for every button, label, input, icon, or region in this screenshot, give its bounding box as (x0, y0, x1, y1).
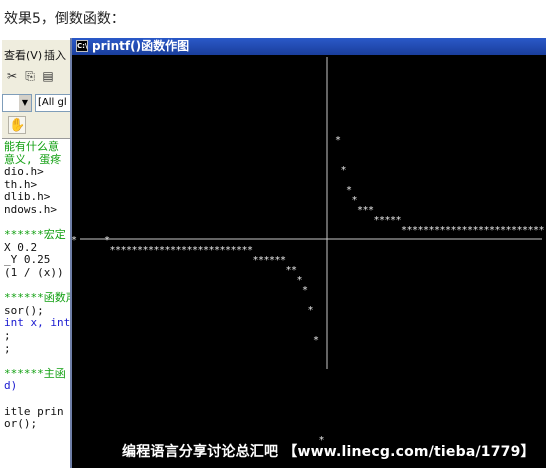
scope-combo[interactable]: ▼ (2, 94, 32, 112)
console-titlebar[interactable]: C:\ printf()函数作图 (72, 38, 546, 55)
code-line: or(); (4, 417, 38, 431)
reciprocal-plot: ** * * * * * * * * * * * * * * * * * * * * * * * * ** * * * * ** ******… (72, 57, 545, 446)
hand-icon[interactable]: ✋ (8, 116, 26, 134)
console-icon[interactable]: C:\ (76, 40, 88, 52)
code-line: d) (4, 379, 18, 393)
plot-point: * (538, 225, 544, 236)
plot-point: * (302, 285, 308, 296)
plot-point: * (335, 135, 341, 146)
copy-icon[interactable]: ⎘ (22, 68, 38, 84)
plot-point: * (340, 165, 346, 176)
code-line: ndows.h> (4, 203, 57, 216)
members-combo[interactable]: [All gl (35, 94, 71, 112)
code-line: ******宏定 (4, 228, 66, 242)
code-line: ; (4, 329, 11, 342)
code-line: (1 / (x)) (4, 266, 64, 279)
menu-view[interactable]: 查看(V) (4, 47, 42, 63)
cut-icon[interactable]: ✂ (4, 68, 20, 84)
chevron-down-icon[interactable]: ▼ (19, 95, 31, 111)
code-line: 能有什么意 (4, 140, 59, 153)
code-line: ; (4, 341, 11, 355)
members-combo-value: [All gl (38, 97, 67, 108)
caption: 效果5，倒数函数： (4, 11, 125, 27)
menu-insert[interactable]: 插入 (44, 47, 66, 63)
console-title: printf()函数作图 (92, 39, 190, 53)
watermark: 编程语言分享讨论总汇吧 【www.linecg.com/tieba/1779】 (122, 444, 535, 460)
plot-point: * (307, 305, 313, 316)
code-line: dio.h> (4, 165, 44, 179)
code-line: ******函数声 (4, 291, 72, 305)
plot-point: * (313, 335, 319, 346)
code-line: int x, int (4, 316, 71, 330)
ide-window: 查看(V) 插入 ✂ ⎘ ▤ ▼ [All gl ✋ 能有什么意 意义, 蛋疼 di… (2, 40, 72, 468)
ide-menubar: 查看(V) 插入 (2, 44, 71, 64)
console-window: C:\ printf()函数作图 * * * * * * * * * * * * * * * * * * * * * * *… (70, 38, 546, 468)
code-editor[interactable]: 能有什么意 意义, 蛋疼 dio.h> th.h> dlib.h> ndows.h> ***… (2, 138, 72, 468)
plot-point: * (72, 235, 77, 246)
paste-icon[interactable]: ▤ (40, 68, 56, 84)
